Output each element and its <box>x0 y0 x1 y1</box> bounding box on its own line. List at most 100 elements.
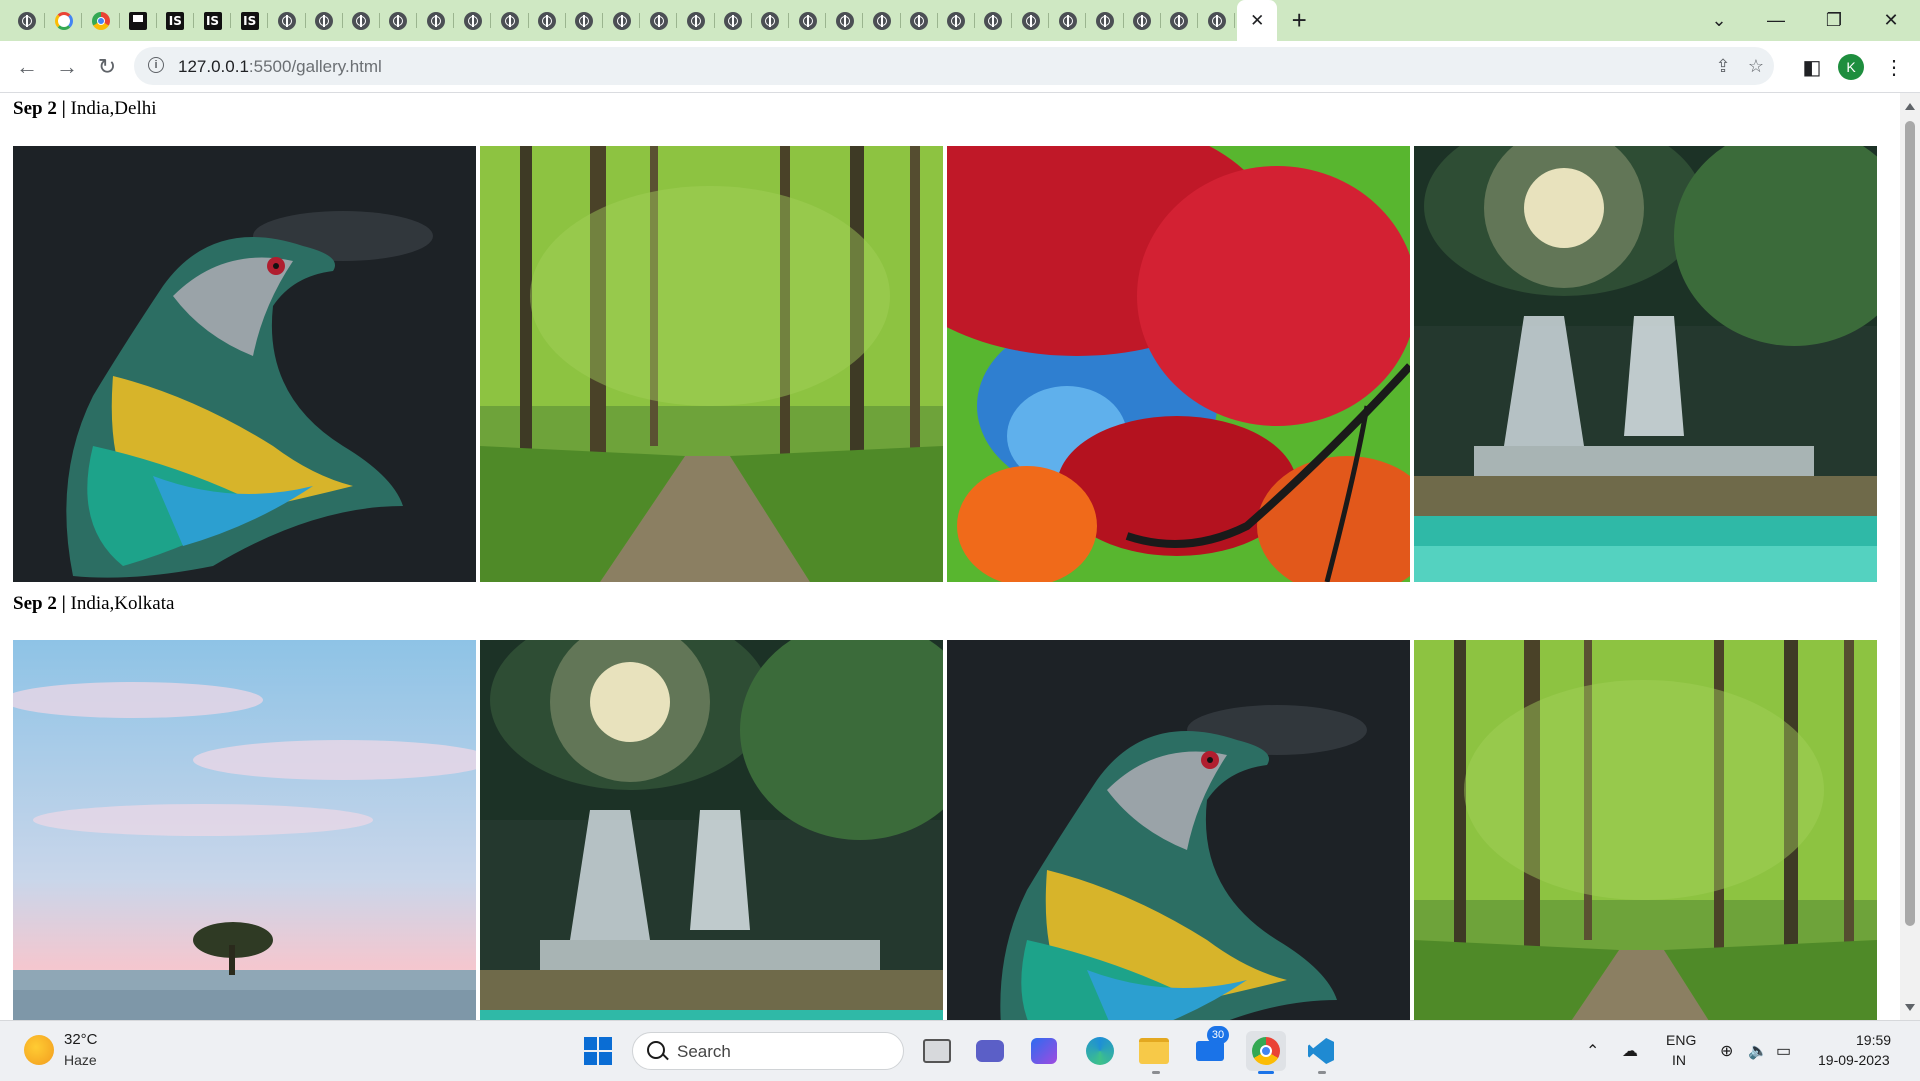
tab[interactable] <box>1086 0 1124 41</box>
tab-active[interactable]: ✕ <box>1237 0 1278 41</box>
tab[interactable] <box>566 0 604 41</box>
scrollbar-thumb[interactable] <box>1905 121 1915 926</box>
tab[interactable] <box>8 0 46 41</box>
profile-avatar[interactable]: K <box>1838 54 1864 80</box>
language-code[interactable]: ENG <box>1666 1032 1696 1048</box>
tab[interactable] <box>752 0 790 41</box>
copilot-icon[interactable] <box>1024 1031 1064 1071</box>
photo-bird[interactable] <box>13 146 476 582</box>
bookmark-star-icon[interactable]: ☆ <box>1745 55 1767 77</box>
language-region[interactable]: IN <box>1672 1052 1686 1068</box>
minimize-icon[interactable]: — <box>1747 0 1805 41</box>
address-bar[interactable]: i 127.0.0.1:5500/gallery.html ⇪ ☆ <box>134 47 1774 85</box>
start-button[interactable] <box>578 1031 618 1071</box>
reload-icon[interactable]: ↻ <box>91 51 123 83</box>
bird-image <box>13 146 476 582</box>
show-hidden-icons-icon[interactable]: ⌃ <box>1586 1041 1599 1061</box>
url-text[interactable]: 127.0.0.1:5500/gallery.html <box>178 57 382 77</box>
globe-icon <box>1021 11 1040 30</box>
globe-icon <box>426 11 445 30</box>
battery-icon[interactable]: ▭ <box>1776 1041 1791 1061</box>
file-explorer-icon[interactable] <box>1134 1031 1174 1071</box>
tab[interactable] <box>1124 0 1162 41</box>
globe-icon <box>315 11 334 30</box>
side-panel-icon[interactable]: ◧ <box>1796 51 1828 83</box>
photo-forest-path[interactable] <box>480 146 943 582</box>
tab[interactable] <box>82 0 120 41</box>
close-window-icon[interactable]: ✕ <box>1862 0 1920 41</box>
menu-icon[interactable]: ⋮ <box>1878 51 1910 83</box>
scroll-up-arrow[interactable] <box>1905 103 1915 110</box>
tab[interactable] <box>45 0 83 41</box>
tab[interactable] <box>343 0 381 41</box>
tab[interactable] <box>677 0 715 41</box>
globe-icon <box>649 11 668 30</box>
tab[interactable] <box>1161 0 1199 41</box>
tab-search-icon[interactable]: ⌄ <box>1690 0 1748 41</box>
share-icon[interactable]: ⇪ <box>1712 55 1734 77</box>
waterfall-image <box>1414 146 1877 582</box>
url-host: 127.0.0.1 <box>178 57 249 76</box>
task-view-icon[interactable] <box>917 1031 957 1071</box>
running-indicator <box>1152 1071 1160 1074</box>
tab[interactable]: IS <box>194 0 232 41</box>
tab[interactable] <box>268 0 306 41</box>
tab[interactable] <box>120 0 157 41</box>
volume-icon[interactable]: 🔈 <box>1748 1041 1768 1061</box>
photo-red-maple[interactable] <box>947 146 1410 582</box>
photo-waterfall[interactable] <box>1414 146 1877 582</box>
tab[interactable] <box>826 0 864 41</box>
onedrive-icon[interactable]: ☁ <box>1622 1041 1638 1061</box>
tab[interactable] <box>306 0 343 41</box>
tab[interactable] <box>715 0 752 41</box>
tab[interactable] <box>454 0 492 41</box>
clock-time[interactable]: 19:59 <box>1856 1032 1891 1048</box>
globe-icon <box>352 11 371 30</box>
site-logo-icon: IS <box>240 11 259 30</box>
edge-icon[interactable] <box>1080 1031 1120 1071</box>
meet-icon[interactable] <box>970 1031 1010 1071</box>
clock-date[interactable]: 19-09-2023 <box>1818 1052 1890 1068</box>
tab[interactable]: IS <box>157 0 195 41</box>
page-scrollbar[interactable] <box>1900 93 1920 1020</box>
tab[interactable] <box>789 0 827 41</box>
vscode-icon[interactable] <box>1301 1031 1341 1071</box>
tab[interactable] <box>901 0 938 41</box>
tab[interactable] <box>1012 0 1050 41</box>
globe-icon <box>910 11 929 30</box>
globe-icon <box>17 11 36 30</box>
close-tab-icon[interactable]: ✕ <box>1250 11 1264 31</box>
tab[interactable]: IS <box>231 0 269 41</box>
new-tab-button[interactable]: + <box>1277 0 1321 41</box>
site-logo-icon: IS <box>166 11 185 30</box>
tab[interactable] <box>380 0 418 41</box>
restore-icon[interactable]: ❐ <box>1805 0 1863 41</box>
url-path: :5500/gallery.html <box>248 57 382 76</box>
chrome-taskbar-icon[interactable] <box>1246 1031 1286 1071</box>
search-icon <box>647 1041 665 1059</box>
tab[interactable] <box>529 0 567 41</box>
tab[interactable] <box>938 0 976 41</box>
site-info-icon[interactable]: i <box>148 57 164 73</box>
photo-bird[interactable] <box>947 640 1410 1020</box>
globe-icon <box>575 11 594 30</box>
forward-icon[interactable]: → <box>51 51 83 83</box>
photo-forest-path[interactable] <box>1414 640 1877 1020</box>
tab[interactable] <box>863 0 901 41</box>
tab[interactable] <box>491 0 529 41</box>
back-icon[interactable]: ← <box>11 51 43 83</box>
tab[interactable] <box>417 0 455 41</box>
scroll-down-arrow[interactable] <box>1905 1004 1915 1011</box>
tab[interactable] <box>1198 0 1236 41</box>
network-icon[interactable]: ⊕ <box>1720 1041 1733 1061</box>
tab[interactable] <box>1049 0 1087 41</box>
weather-temperature[interactable]: 32°C <box>64 1031 98 1048</box>
tab[interactable] <box>640 0 678 41</box>
taskbar-search[interactable]: Search <box>632 1032 904 1070</box>
photo-sea-tree[interactable] <box>13 640 476 1020</box>
tab[interactable] <box>603 0 641 41</box>
tab[interactable] <box>975 0 1013 41</box>
weather-condition[interactable]: Haze <box>64 1052 97 1068</box>
weather-haze-icon[interactable] <box>24 1035 54 1065</box>
photo-waterfall[interactable] <box>480 640 943 1020</box>
